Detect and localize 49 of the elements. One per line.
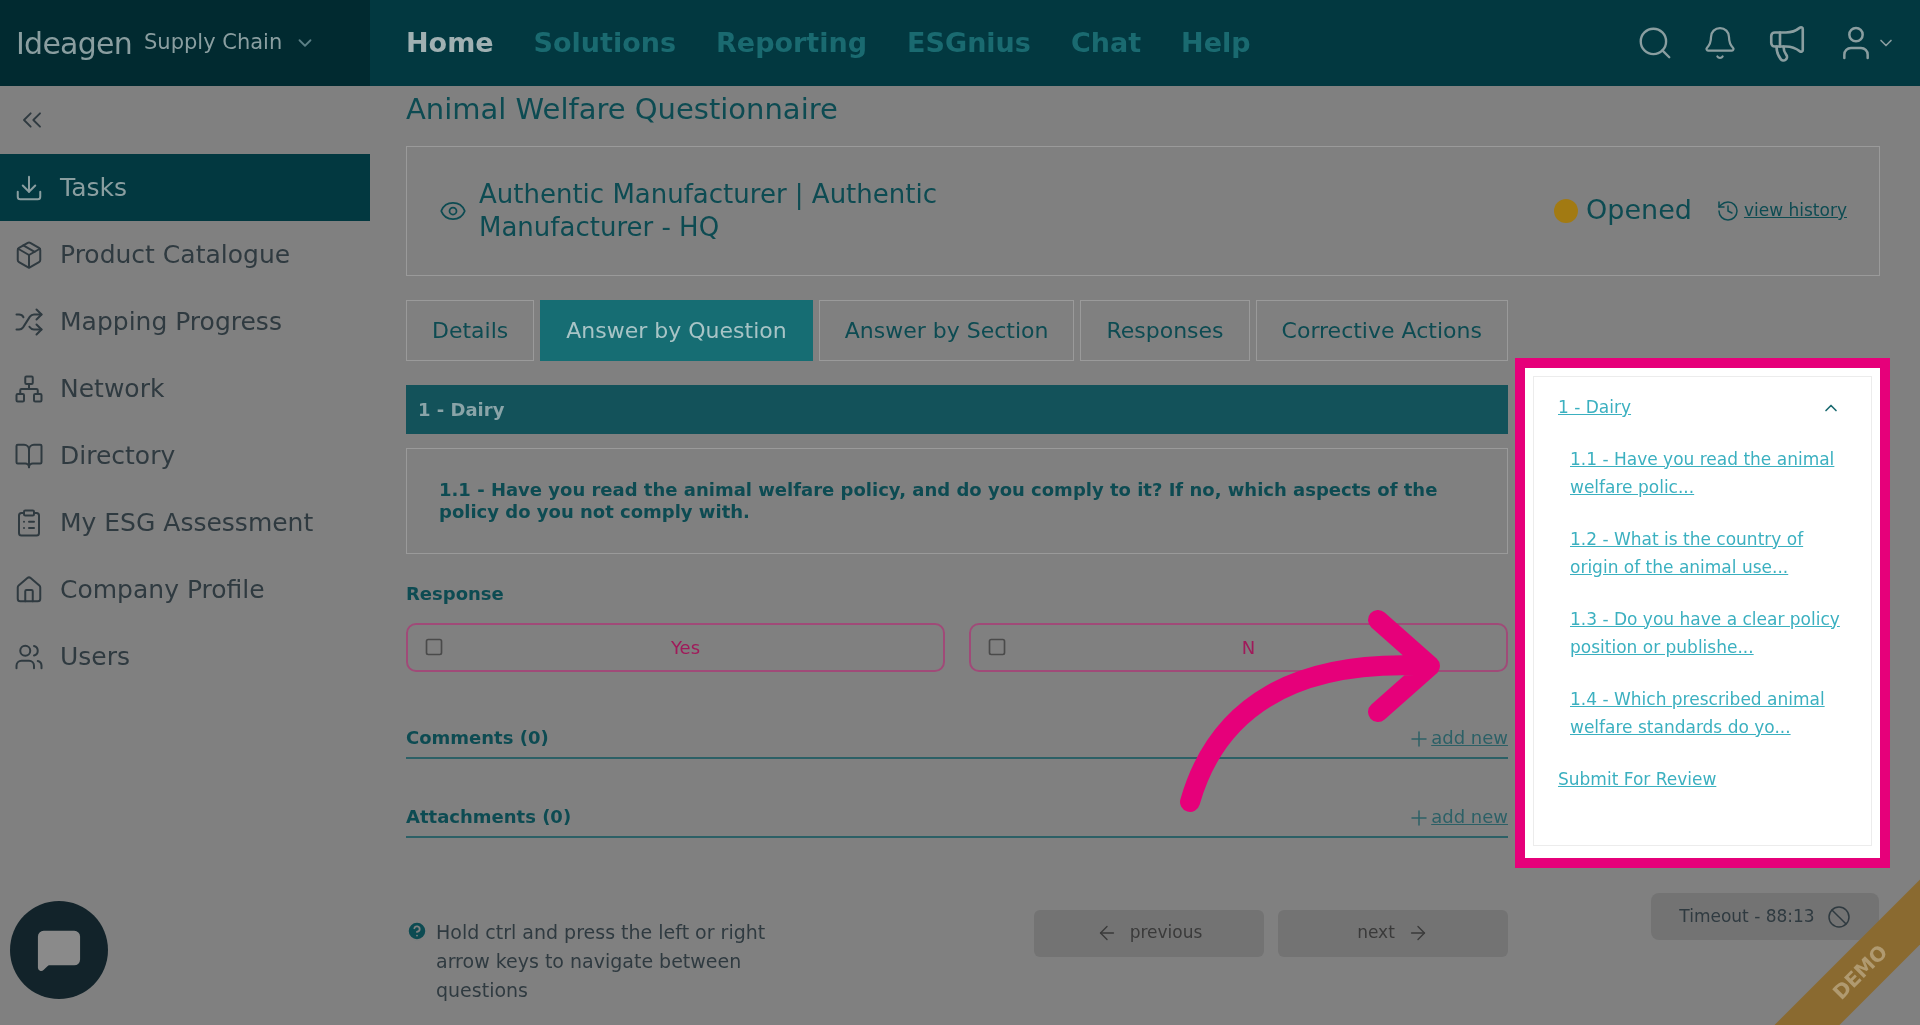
sidebar-item[interactable]: Mapping Progress <box>0 288 370 355</box>
sidebar-item[interactable]: Company Profile <box>0 556 370 623</box>
section-header: 1 - Dairy <box>406 384 1508 434</box>
add-new-link[interactable]: add new <box>1431 723 1508 751</box>
add-new-link[interactable]: add new <box>1431 802 1508 830</box>
history-icon <box>1715 198 1740 223</box>
sidebar-item[interactable]: Directory <box>0 422 370 489</box>
tab[interactable]: Responses <box>1080 299 1250 361</box>
next-button[interactable]: next <box>1278 909 1508 957</box>
logo: Ideagen <box>16 24 132 63</box>
outline-question-link[interactable]: 1.2 - What is the country of origin of the animal use... <box>1570 524 1840 581</box>
no-entry-icon <box>1826 904 1851 929</box>
sidebar-item[interactable]: Network <box>0 355 370 422</box>
record-name: Authentic Manufacturer | Authentic Manufacturer - HQ <box>479 177 938 244</box>
view-history-link[interactable]: view history <box>1743 197 1847 224</box>
help-icon <box>406 919 428 942</box>
submit-review-link[interactable]: Submit For Review <box>1558 766 1841 792</box>
sidebar-item[interactable]: Tasks <box>0 154 370 221</box>
tab[interactable]: Answer by Section <box>818 299 1075 361</box>
tab[interactable]: Answer by Question <box>540 299 813 361</box>
question-text: 1.1 - Have you read the animal welfare policy, and do you comply to it? If no, which aspects of the policy do you not comply with. <box>439 478 1439 523</box>
outline-section-link[interactable]: 1 - Dairy <box>1558 395 1632 421</box>
panel-heading: Attachments (0) <box>406 804 572 829</box>
page-title: Animal Welfare Questionnaire <box>406 91 839 128</box>
bell-icon[interactable] <box>1702 25 1738 61</box>
outline-question-link[interactable]: 1.1 - Have you read the animal welfare polic... <box>1570 444 1840 501</box>
timeout-badge: Timeout - 88:13 <box>1651 893 1879 940</box>
status-label: Opened <box>1586 193 1692 228</box>
sidebar-item[interactable]: Users <box>0 623 370 690</box>
package-icon <box>14 239 44 270</box>
product-name: Supply Chain <box>144 29 283 57</box>
outline-question-link[interactable]: 1.4 - Which prescribed animal welfare standards do yo... <box>1570 684 1840 741</box>
shuffle-arrows-icon <box>14 306 44 337</box>
outline-question-link[interactable]: 1.3 - Do you have a clear policy position or publishe... <box>1570 604 1840 661</box>
panel-heading: Comments (0) <box>406 725 549 750</box>
response-option[interactable]: N <box>969 622 1508 672</box>
network-icon <box>14 373 44 404</box>
nav-link[interactable]: Home <box>406 22 494 64</box>
sidebar-item[interactable]: Product Catalogue <box>0 221 370 288</box>
previous-button[interactable]: previous <box>1034 909 1264 957</box>
sidebar-item[interactable]: My ESG Assessment <box>0 489 370 556</box>
tab[interactable]: Details <box>406 299 535 361</box>
response-label: Response <box>406 581 505 606</box>
checkbox[interactable] <box>987 637 1007 657</box>
response-option[interactable]: Yes <box>406 622 945 672</box>
tab[interactable]: Corrective Actions <box>1255 299 1508 361</box>
hint-text: Hold ctrl and press the left or right arrow keys to navigate between questions <box>436 919 767 1003</box>
checkbox[interactable] <box>424 637 444 657</box>
house-icon <box>14 574 44 605</box>
